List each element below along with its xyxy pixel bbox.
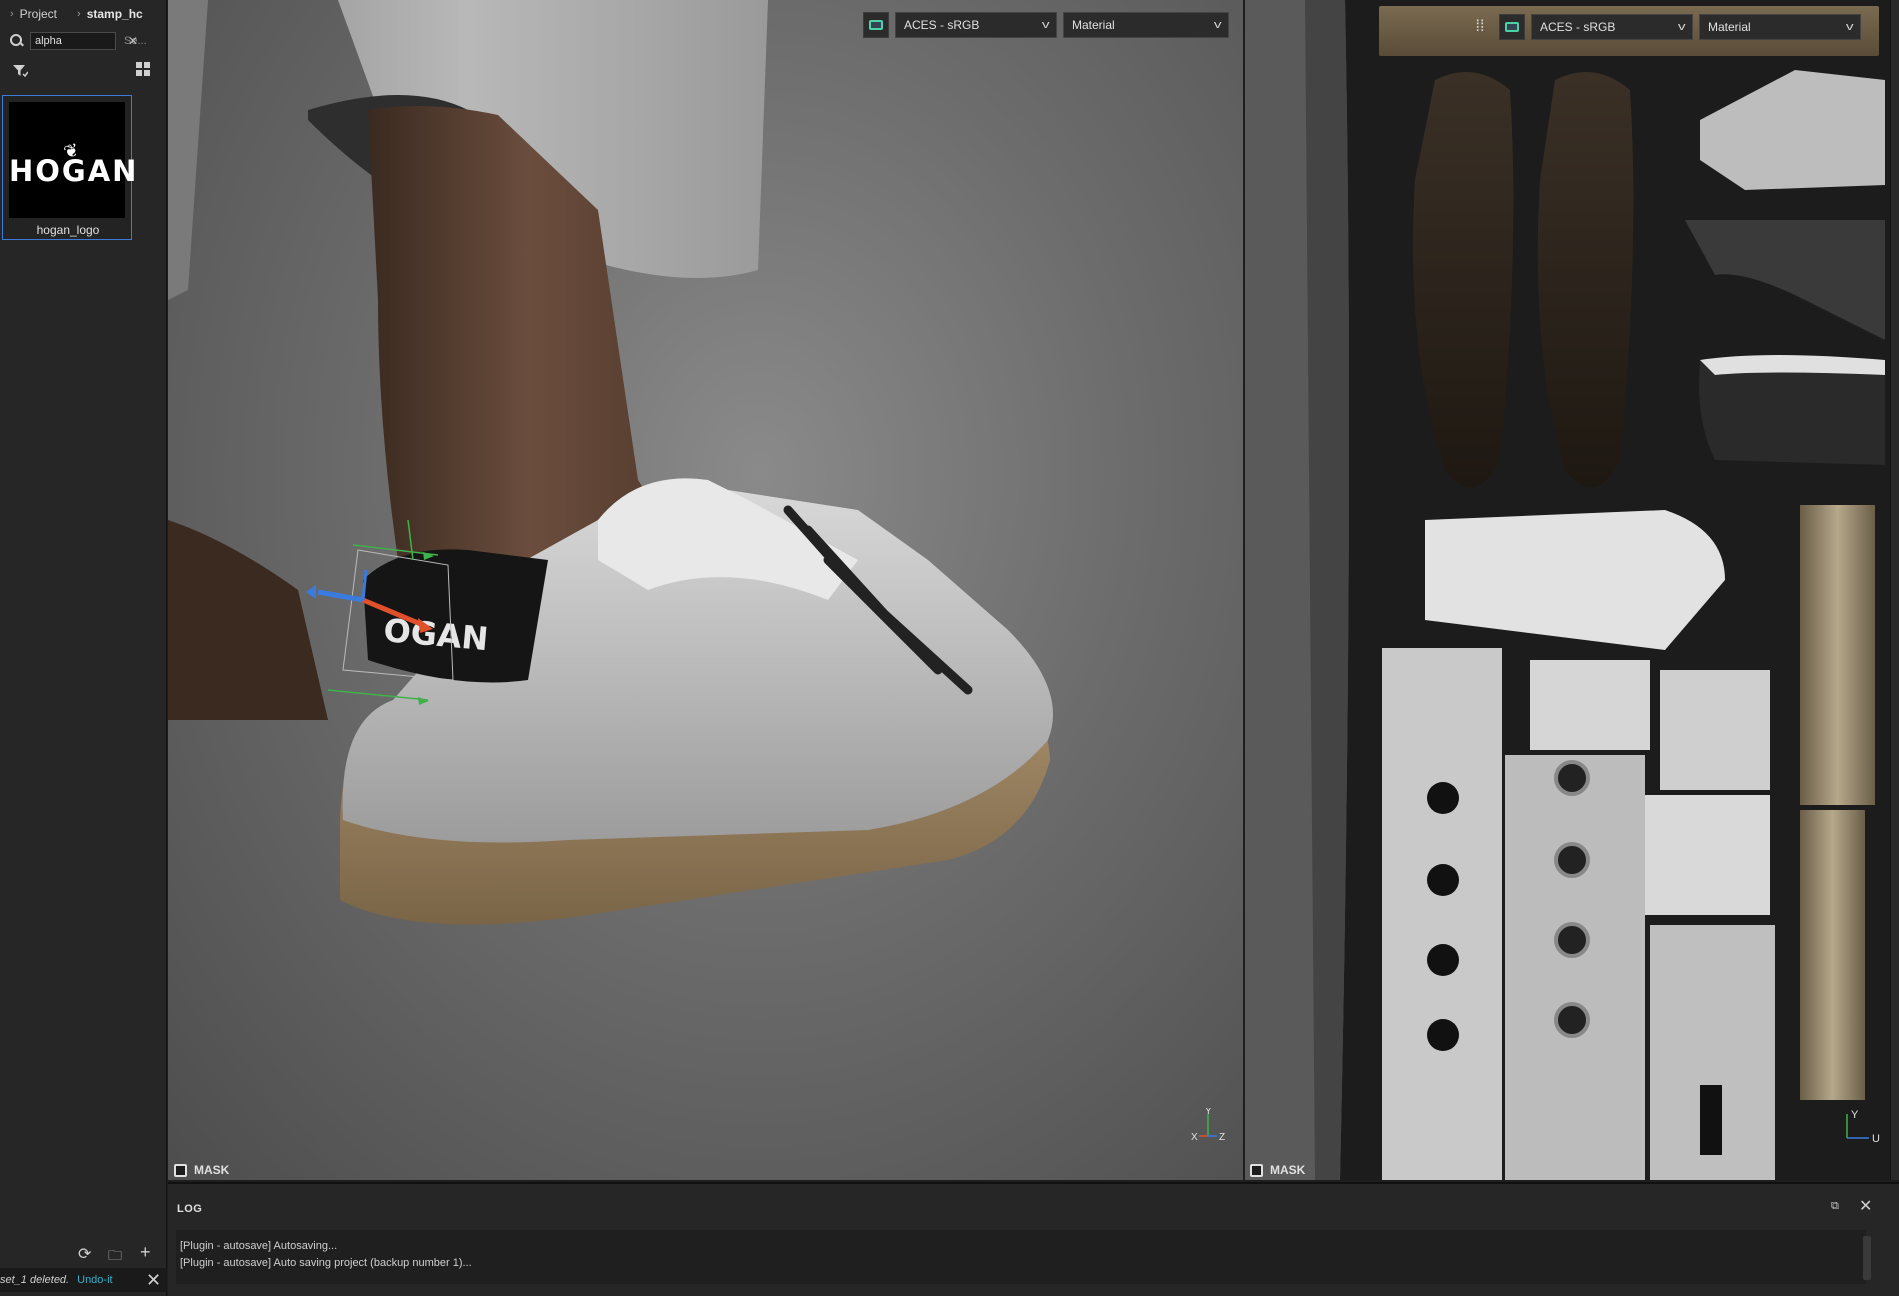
search-row: ✕ Se... — [0, 30, 167, 52]
add-icon[interactable]: + — [140, 1242, 151, 1263]
viewport-2d-toolbar: ⁞⁞ ACES - sRGB v Material v — [1467, 14, 1861, 40]
axis-gizmo-3d: Y X Z — [1191, 1108, 1225, 1143]
colorspace-dropdown[interactable]: ACES - sRGB v — [895, 12, 1057, 38]
mask-label: MASK — [1270, 1163, 1306, 1177]
log-scrollbar[interactable] — [1863, 1236, 1871, 1280]
log-line: [Plugin - autosave] Auto saving project … — [180, 1257, 472, 1269]
chevron-down-icon: v — [1677, 21, 1686, 33]
mask-toggle-3d[interactable]: MASK — [174, 1163, 229, 1177]
asset-logo-text: HOGAN — [9, 154, 139, 188]
uv-axis-gizmo: Y U — [1846, 1109, 1880, 1145]
grid-view-icon[interactable] — [136, 62, 150, 76]
close-icon[interactable]: ✕ — [146, 1270, 161, 1291]
undo-link[interactable]: Undo-it — [77, 1274, 112, 1286]
shoe-render: OGAN — [168, 0, 1053, 925]
asset-panel-actions: ⟳ 🗀 + — [0, 1242, 167, 1264]
log-line: [Plugin - autosave] Autosaving... — [180, 1240, 338, 1252]
folder-icon[interactable]: 🗀 — [108, 1245, 122, 1269]
channel-dropdown[interactable]: Material v — [1063, 12, 1229, 38]
chevron-down-icon: v — [1213, 19, 1222, 31]
breadcrumb-item-current[interactable]: stamp_hc — [87, 7, 143, 21]
log-body: [Plugin - autosave] Autosaving... [Plugi… — [176, 1230, 1866, 1284]
channel-value: Material — [1708, 20, 1751, 34]
refresh-icon[interactable]: ⟳ — [78, 1244, 91, 1264]
uv-options-icon[interactable]: ⁞⁞ — [1467, 14, 1493, 40]
chevron-right-icon: › — [10, 8, 14, 20]
search-input[interactable] — [30, 32, 116, 50]
display-settings-icon[interactable] — [863, 12, 889, 38]
asset-thumbnail: ❦ HOGAN — [9, 102, 139, 218]
close-icon[interactable]: ✕ — [1859, 1196, 1872, 1216]
viewport-2d[interactable]: ⁞⁞ ACES - sRGB v Material v MASK Y U — [1245, 0, 1890, 1180]
uv-layout — [1245, 0, 1885, 1180]
colorspace-value: ACES - sRGB — [1540, 20, 1616, 34]
viewport-3d[interactable]: OGAN ACES - sRGB v Material v MASK — [168, 0, 1243, 1180]
mask-checkbox[interactable] — [1250, 1163, 1263, 1177]
status-bar: set_1 deleted. Undo-it — [0, 1268, 167, 1292]
filter-icon[interactable] — [12, 64, 28, 78]
mask-label: MASK — [194, 1163, 230, 1177]
log-panel: LOG ⧉ ✕ [Plugin - autosave] Autosaving..… — [168, 1182, 1899, 1296]
status-message: set_1 deleted. — [0, 1274, 70, 1286]
axis-z-label: Z — [1219, 1132, 1225, 1143]
log-title: LOG — [177, 1203, 203, 1215]
breadcrumb: › Project › stamp_hc — [0, 0, 167, 28]
search-icon — [10, 34, 24, 48]
asset-thumbnail-card[interactable]: ❦ HOGAN hogan_logo — [2, 95, 139, 240]
chevron-down-icon: v — [1041, 19, 1050, 31]
display-settings-icon[interactable] — [1499, 14, 1525, 40]
chevron-right-icon: › — [77, 8, 81, 20]
colorspace-value: ACES - sRGB — [904, 18, 980, 32]
clear-icon[interactable]: ✕ — [128, 34, 138, 48]
breadcrumb-item-project[interactable]: Project — [20, 7, 57, 21]
chevron-down-icon: v — [1845, 21, 1854, 33]
channel-dropdown-2d[interactable]: Material v — [1699, 14, 1861, 40]
channel-value: Material — [1072, 18, 1115, 32]
colorspace-dropdown-2d[interactable]: ACES - sRGB v — [1531, 14, 1693, 40]
mask-checkbox[interactable] — [174, 1163, 187, 1177]
layers-panel-edge[interactable] — [1890, 0, 1899, 1180]
axis-x-label: X — [1191, 1132, 1198, 1143]
axis-y-label: Y — [1205, 1108, 1212, 1117]
asset-panel: › Project › stamp_hc ✕ Se... ❦ HOGAN hog… — [0, 0, 167, 1296]
maximize-icon[interactable]: ⧉ — [1831, 1200, 1839, 1213]
viewport-3d-toolbar: ACES - sRGB v Material v — [863, 12, 1229, 38]
axis-v-label: Y — [1851, 1109, 1859, 1121]
asset-name: hogan_logo — [36, 223, 100, 237]
mask-toggle-2d[interactable]: MASK — [1250, 1163, 1305, 1177]
axis-u-label: U — [1872, 1133, 1880, 1145]
